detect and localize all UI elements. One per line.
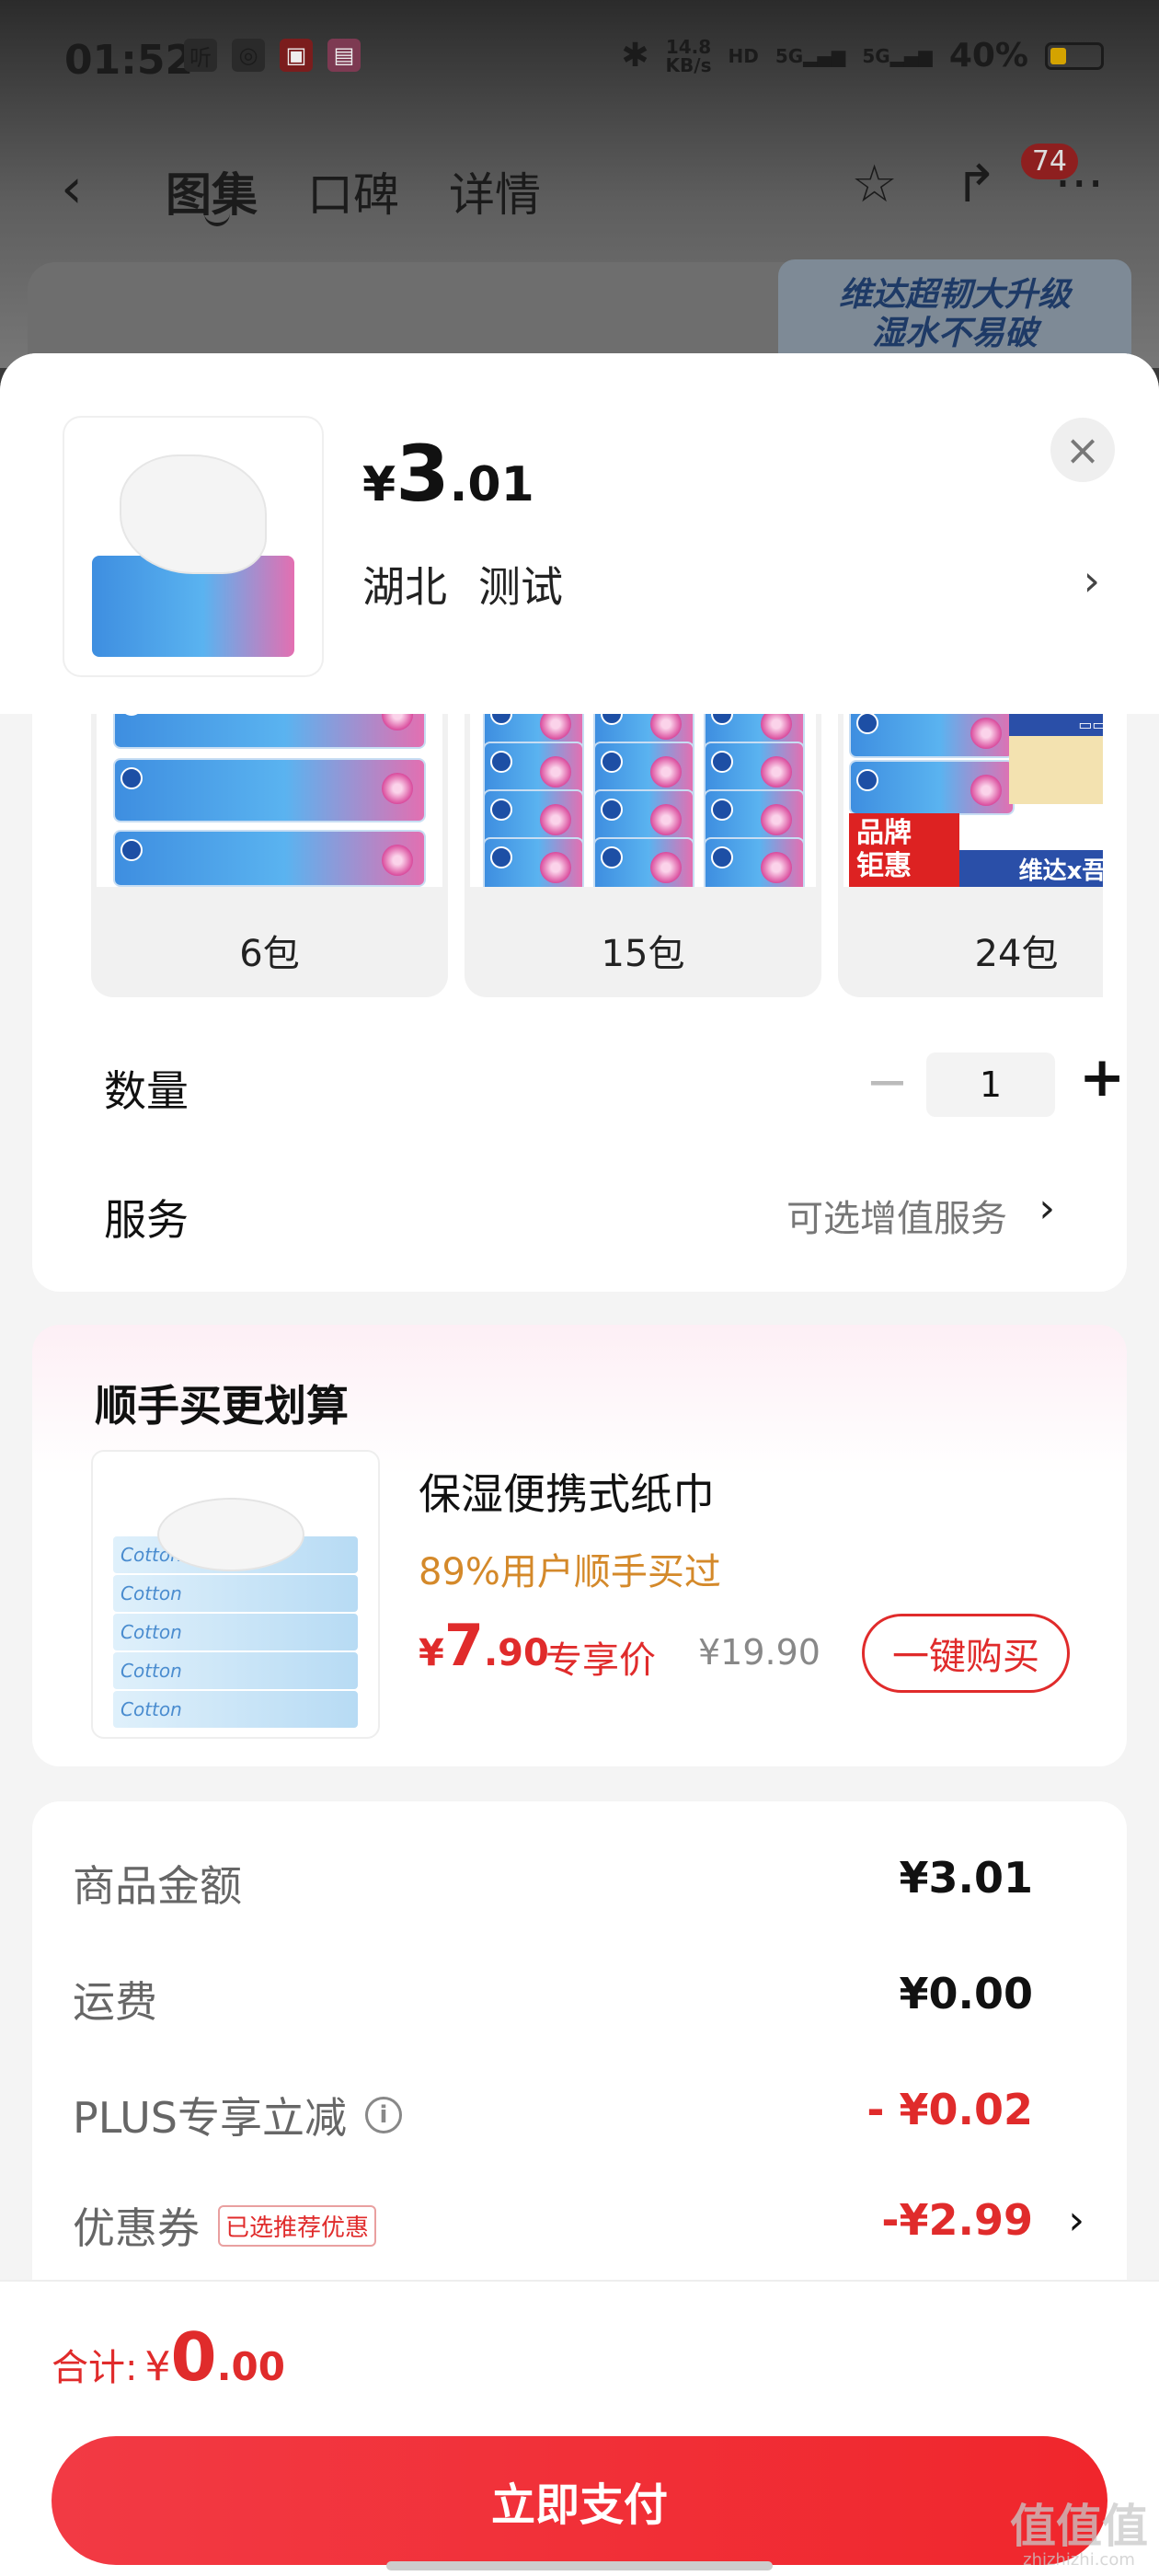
sheet-header: ¥3.01 湖北 测试 › ×: [0, 353, 1159, 714]
quantity-label: 数量: [104, 1066, 189, 1116]
back-icon[interactable]: ‹: [61, 156, 83, 221]
addon-title: 顺手买更划算: [95, 1381, 349, 1431]
home-indicator: [386, 2561, 773, 2570]
tissue-sheet-image: [120, 454, 267, 574]
spec-option-15[interactable]: 15包: [465, 712, 821, 997]
summary-value: -¥2.99: [881, 2195, 1033, 2245]
wipes-pack: Cotton: [111, 1689, 360, 1730]
tissue-pack: [704, 837, 805, 887]
addon-product-image[interactable]: Cotton Cotton Cotton Cotton Cotton: [91, 1450, 380, 1739]
status-time: 01:52: [64, 37, 194, 84]
summary-value: ¥3.01: [899, 1853, 1033, 1903]
status-right-icons: ✱ 14.8 KB/s HD 5G▂▄▆ 5G▂▄▆ 40%: [621, 37, 1104, 75]
chevron-right-icon[interactable]: ›: [1039, 1185, 1055, 1232]
summary-row-subtotal: 商品金额 ¥3.01: [73, 1853, 1084, 1917]
top-nav: ‹ 图集 口碑 详情 ☆ ↱ ··· 74: [0, 144, 1159, 226]
quantity-plus-button[interactable]: +: [1079, 1045, 1125, 1110]
checkout-bar: 合计: ¥0.00 立即支付 值值值 zhizhizhi.com: [0, 2280, 1159, 2576]
addon-product-name[interactable]: 保湿便携式纸巾: [419, 1461, 715, 1522]
summary-row-coupon[interactable]: 优惠券 已选推荐优惠 -¥2.99 ›: [73, 2195, 1084, 2260]
service-value[interactable]: 可选增值服务: [786, 1189, 1007, 1242]
address-name: 测试: [478, 562, 563, 612]
tissue-pack: [113, 758, 426, 822]
order-total: 合计: ¥0.00: [52, 2318, 285, 2396]
addon-price: ¥7.90: [419, 1612, 549, 1679]
spec-label: 24包: [974, 933, 1059, 975]
tissue-pack: [113, 830, 426, 887]
summary-label: 运费: [73, 1977, 157, 2027]
signal-1-icon: 5G▂▄▆: [775, 44, 846, 67]
tissue-sheet-image: [157, 1498, 304, 1571]
product-thumbnail: [64, 418, 322, 675]
spec-image: [97, 712, 442, 887]
battery-level: [1050, 47, 1067, 64]
message-badge: 74: [1020, 144, 1078, 179]
spec-image: ▭▭▭ 品牌钜惠 维达x吾皇: [843, 712, 1103, 887]
addon-card: 顺手买更划算 Cotton Cotton Cotton Cotton Cotton 保湿…: [32, 1325, 1127, 1766]
quantity-input[interactable]: 1: [926, 1052, 1055, 1117]
summary-row-plus-discount: PLUS专享立减 i - ¥0.02: [73, 2085, 1084, 2149]
summary-row-shipping: 运费 ¥0.00: [73, 1969, 1084, 2033]
spec-label: 6包: [239, 933, 300, 975]
spec-option-6[interactable]: 6包: [91, 712, 448, 997]
hd-icon: HD: [728, 44, 759, 67]
tissue-pack: [849, 712, 1015, 758]
status-bar: 01:52 听 ◎ ▣ ▤ ✱ 14.8 KB/s HD 5G▂▄▆ 5G▂▄▆…: [0, 0, 1159, 129]
spec-option-24[interactable]: ▭▭▭ 品牌钜惠 维达x吾皇 24包: [838, 712, 1103, 997]
wipes-pack: Cotton: [111, 1612, 360, 1652]
bluetooth-icon: ✱: [621, 37, 649, 75]
app-notification-icon: ▣: [280, 39, 313, 72]
tissue-pack: [593, 837, 694, 887]
brand-discount-badge: 品牌 钜惠: [849, 813, 959, 887]
one-click-buy-button[interactable]: 一键购买: [862, 1614, 1070, 1693]
yellow-pack-strip: ▭▭▭: [1009, 712, 1103, 736]
info-icon[interactable]: i: [364, 2097, 402, 2133]
signal-2-icon: 5G▂▄▆: [862, 44, 933, 67]
battery-percent: 40%: [948, 37, 1028, 75]
pay-now-button[interactable]: 立即支付: [52, 2436, 1107, 2565]
tissue-pack: [849, 760, 1015, 815]
collab-strip: 维达x吾皇: [959, 850, 1103, 887]
wechat-icon: ◎: [232, 39, 265, 72]
quantity-minus-button[interactable]: −: [866, 1052, 909, 1112]
net-speed: 14.8 KB/s: [665, 35, 712, 76]
chevron-right-icon[interactable]: ›: [1068, 2197, 1084, 2244]
product-price: ¥3.01: [362, 429, 534, 519]
summary-label: PLUS专享立减 i: [73, 2085, 402, 2145]
address-region: 湖北: [362, 562, 447, 612]
purchase-sheet: 6包 15包 ▭▭▭ 品牌钜惠 维达x吾皇 24包 数量 − 1 +: [0, 353, 1159, 2576]
background-page: 01:52 听 ◎ ▣ ▤ ✱ 14.8 KB/s HD 5G▂▄▆ 5G▂▄▆…: [0, 0, 1159, 428]
close-icon: ×: [1064, 425, 1101, 475]
summary-label: 优惠券 已选推荐优惠: [73, 2195, 377, 2256]
summary-value: - ¥0.02: [866, 2085, 1033, 2134]
star-icon[interactable]: ☆: [851, 155, 897, 214]
tissue-pack: [113, 712, 426, 749]
service-label: 服务: [104, 1195, 189, 1245]
summary-value: ¥0.00: [899, 1969, 1033, 2018]
tissue-pack: [483, 837, 584, 887]
tab-details[interactable]: 详情: [449, 158, 541, 224]
wipes-pack: Cotton: [111, 1573, 360, 1614]
order-summary: 商品金额 ¥3.01 运费 ¥0.00 PLUS专享立减 i - ¥0.02 优…: [32, 1801, 1127, 2317]
wipes-pack: Cotton: [111, 1650, 360, 1691]
addon-original-price: ¥19.90: [698, 1632, 820, 1673]
addon-price-tag: 专享价: [545, 1639, 656, 1682]
chevron-right-icon[interactable]: ›: [1084, 556, 1100, 605]
listen-app-icon: 听: [184, 39, 217, 72]
tab-reviews[interactable]: 口碑: [307, 158, 399, 224]
spec-image: [470, 712, 816, 887]
addon-social-proof: 89%用户顺手买过: [419, 1551, 721, 1593]
watermark: 值值值 zhizhizhi.com: [1010, 2500, 1148, 2570]
nav-actions: ☆ ↱ ··· 74: [851, 144, 1104, 214]
close-button[interactable]: ×: [1050, 418, 1115, 482]
shopping-app-icon: ▤: [327, 39, 361, 72]
status-notification-icons: 听 ◎ ▣ ▤: [184, 39, 361, 72]
coupon-tag: 已选推荐优惠: [218, 2204, 377, 2247]
share-icon[interactable]: ↱: [955, 155, 998, 214]
spec-options: 6包 15包 ▭▭▭ 品牌钜惠 维达x吾皇 24包: [91, 712, 1103, 997]
summary-label: 商品金额: [73, 1861, 242, 1911]
battery-icon: [1045, 41, 1104, 70]
spec-label: 15包: [601, 933, 685, 975]
delivery-address[interactable]: 湖北 测试: [362, 554, 563, 615]
